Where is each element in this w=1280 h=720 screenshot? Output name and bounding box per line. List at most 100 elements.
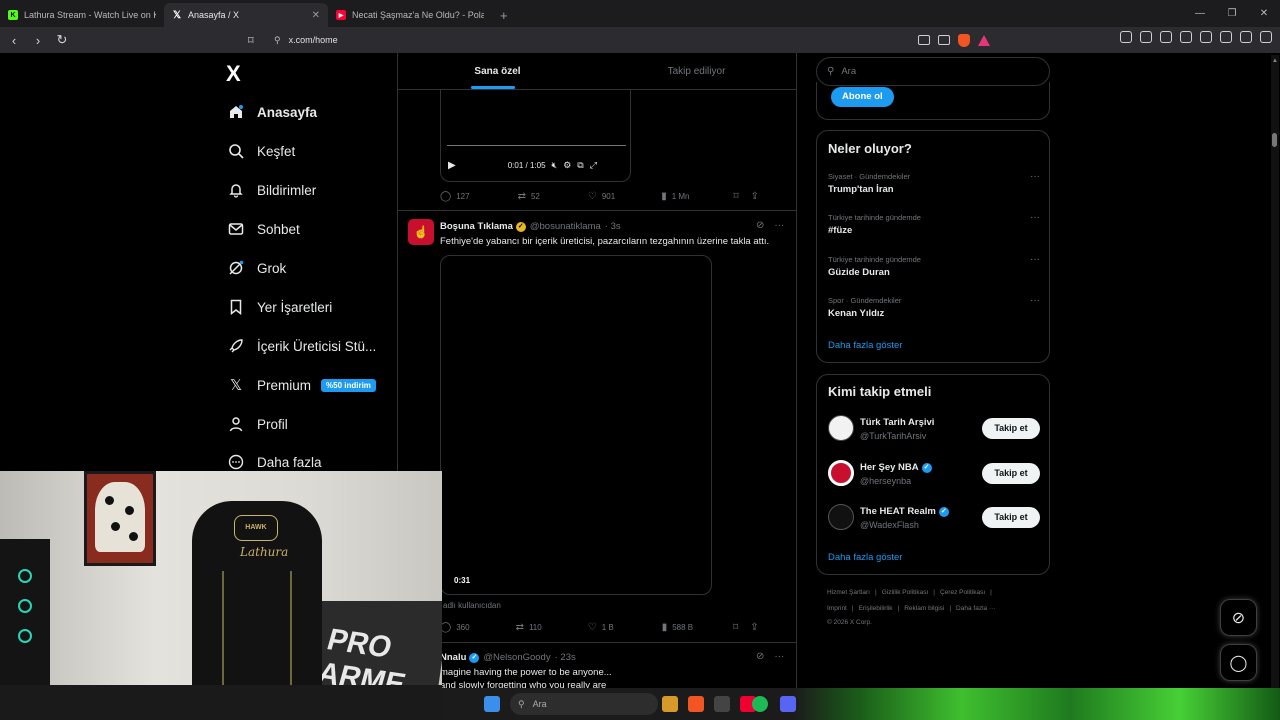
footer-link-cookies[interactable]: Çerez Politikası xyxy=(940,589,985,596)
menu-icon[interactable] xyxy=(1260,31,1272,43)
install-app-icon[interactable] xyxy=(918,35,930,45)
bookmark-page-icon[interactable]: ⌑ xyxy=(248,34,262,47)
pip-icon[interactable]: ⧉ xyxy=(577,160,583,171)
follow-button[interactable]: Takip et xyxy=(982,507,1040,528)
bookmark-tweet-button[interactable]: ⌑ xyxy=(733,622,738,633)
browser-tab-youtube[interactable]: ▶ Necati Şaşmaz'a Ne Oldu? - Polat Al xyxy=(328,3,492,27)
share-tweet-button[interactable]: ⇪ xyxy=(751,191,759,202)
retweet-button[interactable]: ⇄ 110 xyxy=(516,622,542,633)
trend-item[interactable]: Türkiye tarihinde gündemde Güzide Duran … xyxy=(828,254,1040,278)
grok-fab-button[interactable]: ⊘ xyxy=(1220,599,1257,636)
video-player[interactable]: ▶ 0:01 / 1:05 🔇︎ ⚙ ⧉ ⤢ xyxy=(440,90,631,182)
retweet-button[interactable]: ⇄ 52 xyxy=(518,191,540,202)
author-name[interactable]: Boşuna Tıklama xyxy=(440,221,513,232)
nav-item-grok[interactable]: Grok xyxy=(228,256,286,280)
file-explorer-icon[interactable] xyxy=(662,696,678,712)
grok-explain-icon[interactable]: ⊘ xyxy=(756,651,764,662)
trend-item[interactable]: Türkiye tarihinde gündemde #füze ··· xyxy=(828,212,1040,236)
mute-icon[interactable]: 🔇︎ xyxy=(552,160,558,171)
spotify-icon[interactable] xyxy=(752,696,768,712)
like-button[interactable]: ♡ 901 xyxy=(588,191,615,202)
footer-link-terms[interactable]: Hizmet Şartları xyxy=(827,589,870,596)
brave-shields-icon[interactable] xyxy=(958,33,970,47)
follow-suggestion[interactable]: Türk Tarih Arşivi @TurkTarihArsiv Takip … xyxy=(828,415,1040,445)
discord-icon[interactable] xyxy=(780,696,796,712)
footer-link-ads-info[interactable]: Reklam bilgisi xyxy=(904,605,944,612)
fullscreen-icon[interactable]: ⤢ xyxy=(590,160,597,171)
nav-item-creator-studio[interactable]: İçerik Üreticisi Stü... xyxy=(228,334,376,358)
more-icon[interactable]: ··· xyxy=(1030,171,1040,182)
reply-button[interactable]: ◯ 127 xyxy=(440,191,470,202)
more-icon[interactable]: ··· xyxy=(1030,295,1040,306)
page-scrollbar[interactable]: ▲ xyxy=(1271,55,1279,720)
close-tab-icon[interactable]: ✕ xyxy=(312,10,320,21)
nav-item-premium[interactable]: 𝕏 Premium %50 indirim xyxy=(228,373,376,397)
extensions-icon[interactable] xyxy=(1120,31,1132,43)
site-info-icon[interactable]: ⚲ xyxy=(274,35,281,46)
browser-tab-kick[interactable]: K Lathura Stream - Watch Live on Kick xyxy=(0,3,164,27)
bookmark-tweet-button[interactable]: ⌑ xyxy=(734,191,739,202)
restore-icon[interactable]: ❐ xyxy=(1216,0,1248,27)
screenshot-icon[interactable] xyxy=(1140,31,1152,43)
share-icon[interactable] xyxy=(938,35,950,45)
reply-button[interactable]: ◯ 360 xyxy=(440,622,470,633)
reload-icon[interactable]: ↻ xyxy=(52,30,72,50)
tab-following[interactable]: Takip ediliyor xyxy=(597,53,796,89)
show-more-trends-link[interactable]: Daha fazla göster xyxy=(828,340,902,351)
forward-icon[interactable]: › xyxy=(28,30,48,50)
share-tweet-button[interactable]: ⇪ xyxy=(750,622,758,633)
nav-item-chat[interactable]: Sohbet xyxy=(228,217,300,241)
browser-tab-x[interactable]: 𝕏 Anasayfa / X ✕ xyxy=(164,3,328,27)
video-progress-bar[interactable] xyxy=(447,145,626,146)
brave-rewards-icon[interactable] xyxy=(978,34,990,46)
footer-link-imprint[interactable]: Imprint xyxy=(827,605,847,612)
more-icon[interactable]: ··· xyxy=(1030,254,1040,265)
nav-item-explore[interactable]: Keşfet xyxy=(228,139,295,163)
follow-button[interactable]: Takip et xyxy=(982,418,1040,439)
grok-explain-icon[interactable]: ⊘ xyxy=(756,220,764,231)
play-icon[interactable]: ▶ xyxy=(448,160,456,171)
show-more-follow-link[interactable]: Daha fazla göster xyxy=(828,552,902,563)
settings-icon[interactable]: ⚙ xyxy=(563,160,571,171)
subscribe-button[interactable]: Abone ol xyxy=(831,87,894,107)
nav-item-notifications[interactable]: Bildirimler xyxy=(228,178,316,202)
leo-ai-icon[interactable] xyxy=(1220,31,1232,43)
wallet-icon[interactable] xyxy=(1200,31,1212,43)
media-icon[interactable] xyxy=(1160,31,1172,43)
footer-link-accessibility[interactable]: Erişilebilirlik xyxy=(859,605,893,612)
brave-icon[interactable] xyxy=(688,696,704,712)
scroll-up-icon[interactable]: ▲ xyxy=(1272,58,1278,64)
avatar[interactable]: ☝ xyxy=(408,219,434,245)
more-icon[interactable]: ··· xyxy=(774,651,784,662)
search-input[interactable]: ⚲ Ara xyxy=(816,57,1050,86)
nav-item-bookmarks[interactable]: Yer İşaretleri xyxy=(228,295,332,319)
address-bar[interactable]: ⌑ ⚲ x.com/home xyxy=(244,30,990,50)
trend-item[interactable]: Spor · Gündemdekiler Kenan Yıldız ··· xyxy=(828,295,1040,319)
sidebar-icon[interactable] xyxy=(1180,31,1192,43)
author-name[interactable]: Nnalu xyxy=(440,652,466,663)
nav-item-profile[interactable]: Profil xyxy=(228,412,288,436)
views-button[interactable]: ▮ 588 B xyxy=(662,622,693,633)
video-player[interactable]: 0:31 xyxy=(440,255,712,595)
back-icon[interactable]: ‹ xyxy=(4,30,24,50)
new-tab-button[interactable]: + xyxy=(492,8,516,27)
author-handle[interactable]: @bosunatiklama xyxy=(530,221,601,232)
more-icon[interactable]: ··· xyxy=(774,220,784,231)
messages-fab-button[interactable]: ◯ xyxy=(1220,644,1257,681)
author-handle[interactable]: @NelsonGoody xyxy=(483,652,550,663)
obs-icon[interactable] xyxy=(714,696,730,712)
footer-link-privacy[interactable]: Gizlilik Politikası xyxy=(882,589,929,596)
scrollbar-thumb[interactable] xyxy=(1272,133,1277,147)
vpn-icon[interactable] xyxy=(1240,31,1252,43)
tab-for-you[interactable]: Sana özel xyxy=(398,53,597,89)
minimize-icon[interactable]: — xyxy=(1184,0,1216,27)
like-button[interactable]: ♡ 1 B xyxy=(588,622,614,633)
follow-button[interactable]: Takip et xyxy=(982,463,1040,484)
footer-link-more[interactable]: Daha fazla ··· xyxy=(956,605,995,612)
taskbar-search[interactable]: ⚲ Ara xyxy=(510,693,658,715)
start-icon[interactable] xyxy=(484,696,500,712)
x-logo[interactable]: X xyxy=(226,61,241,87)
views-button[interactable]: ▮ 1 Mn xyxy=(661,191,689,202)
more-icon[interactable]: ··· xyxy=(1030,212,1040,223)
follow-suggestion[interactable]: Her Şey NBA ✓ @herseynba Takip et xyxy=(828,460,1040,490)
